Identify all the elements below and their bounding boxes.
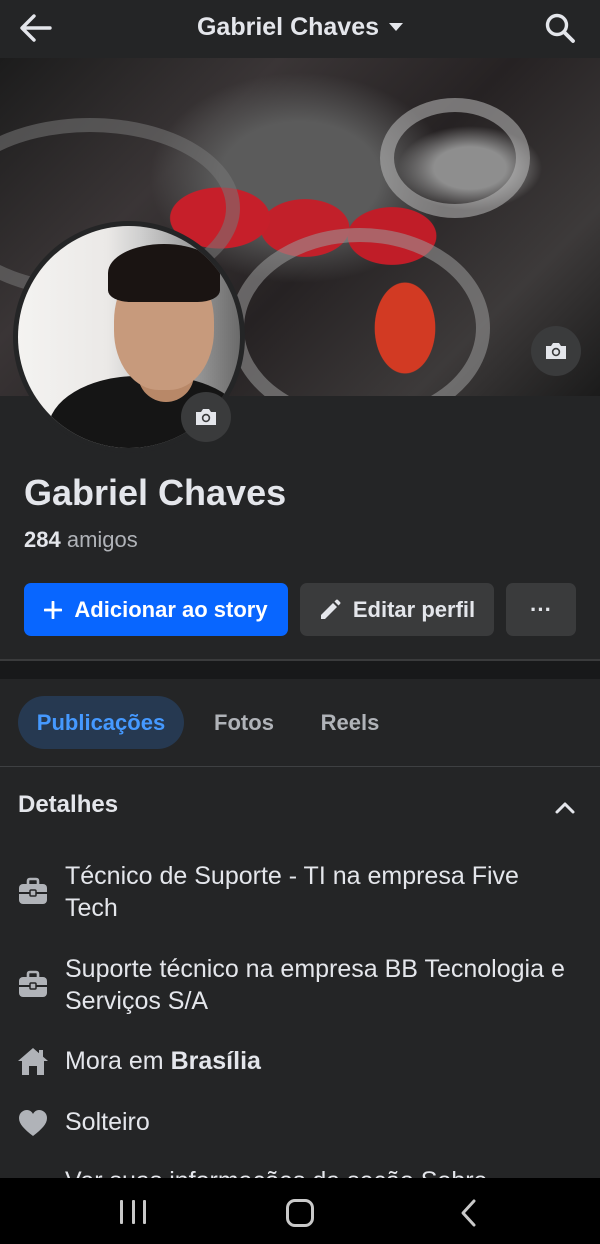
- home-icon: [18, 1048, 48, 1075]
- page-title: Gabriel Chaves: [196, 12, 380, 41]
- top-bar: Gabriel Chaves: [0, 0, 600, 58]
- chevron-up-icon[interactable]: [552, 796, 578, 818]
- cover-detail: [380, 98, 530, 218]
- briefcase-icon: [19, 877, 47, 904]
- system-back-icon[interactable]: [458, 1198, 480, 1228]
- detail-text: Técnico de Suporte - TI na empresa Five …: [65, 862, 519, 922]
- more-options-button[interactable]: ···: [506, 583, 576, 636]
- more-icon: ···: [530, 596, 552, 622]
- add-to-story-label: Adicionar ao story: [74, 596, 268, 622]
- caret-down-icon: [389, 23, 404, 31]
- recent-apps-icon: [143, 1200, 146, 1224]
- detail-item-home: Mora em Brasília: [0, 1045, 600, 1081]
- add-to-story-button[interactable]: Adicionar ao story: [24, 583, 288, 636]
- cover-detail: [230, 228, 490, 396]
- home-button[interactable]: [286, 1199, 314, 1227]
- detail-text: Solteiro: [65, 1108, 150, 1136]
- detail-city: Brasília: [170, 1047, 261, 1075]
- search-icon: [545, 13, 575, 43]
- details-heading: Detalhes: [18, 791, 119, 818]
- pencil-icon: [320, 599, 341, 619]
- avatar-detail: [108, 244, 220, 302]
- profile-title-dropdown[interactable]: Gabriel Chaves: [0, 0, 600, 54]
- system-navigation-bar: [0, 1178, 600, 1244]
- heart-icon: [19, 1110, 47, 1136]
- detail-item-work: Técnico de Suporte - TI na empresa Five …: [0, 860, 600, 930]
- detail-prefix: Mora em: [65, 1047, 171, 1075]
- camera-icon: [546, 343, 566, 359]
- profile-tabs: Publicações Fotos Reels: [0, 679, 600, 767]
- edit-cover-photo-button[interactable]: [531, 326, 581, 376]
- friends-count[interactable]: 284 amigos: [24, 527, 138, 553]
- friends-number: 284: [24, 527, 61, 552]
- tab-fotos[interactable]: Fotos: [196, 696, 292, 749]
- detail-item-work: Suporte técnico na empresa BB Tecnologia…: [0, 953, 600, 1023]
- recent-apps-icon: [131, 1200, 135, 1224]
- tab-publicacoes[interactable]: Publicações: [18, 696, 184, 749]
- profile-name: Gabriel Chaves: [24, 472, 287, 513]
- recent-apps-icon: [120, 1200, 123, 1224]
- tab-label: Fotos: [214, 709, 274, 735]
- edit-profile-label: Editar perfil: [352, 596, 476, 622]
- tab-label: Publicações: [36, 709, 166, 735]
- detail-text: Suporte técnico na empresa BB Tecnologia…: [65, 955, 565, 1015]
- section-divider: [0, 659, 600, 679]
- friends-label: amigos: [66, 527, 138, 552]
- detail-item-relationship: Solteiro: [0, 1106, 600, 1142]
- tab-label: Reels: [320, 709, 380, 735]
- tab-reels[interactable]: Reels: [304, 696, 396, 749]
- edit-profile-button[interactable]: Editar perfil: [300, 583, 494, 636]
- camera-icon: [196, 409, 216, 425]
- search-button[interactable]: [538, 8, 582, 48]
- detail-text: Mora em Brasília: [65, 1045, 570, 1077]
- briefcase-icon: [19, 970, 47, 997]
- edit-profile-picture-button[interactable]: [181, 392, 231, 442]
- plus-icon: [44, 600, 63, 619]
- recent-apps-button[interactable]: [120, 1200, 146, 1224]
